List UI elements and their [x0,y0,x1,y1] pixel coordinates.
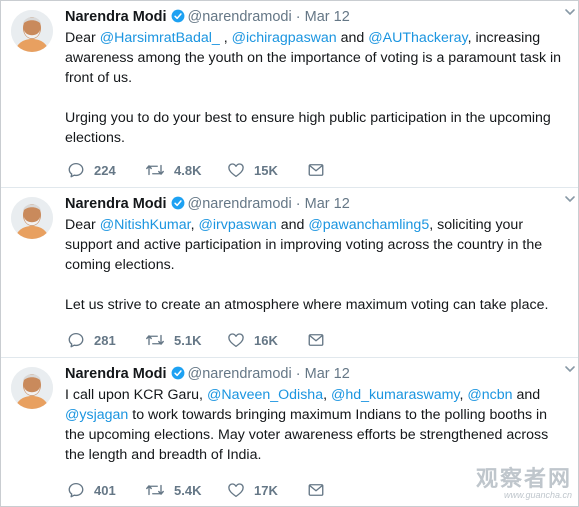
heart-icon [228,333,244,348]
chevron-down-icon[interactable] [564,6,576,18]
tweet-date[interactable]: Mar 12 [305,9,350,25]
verified-badge-icon [171,9,184,23]
tweet-date[interactable]: Mar 12 [305,366,350,382]
like-button[interactable]: 16K [227,331,278,351]
envelope-icon [308,484,324,496]
tweet-text-segment: and [336,30,369,46]
tweet-paragraph: I call upon KCR Garu, @Naveen_Odisha, @h… [65,385,568,465]
retweet-button[interactable]: 5.4K [145,481,201,501]
dot-separator: · [295,196,301,212]
envelope-icon [308,164,324,176]
tweet-paragraph: Dear @HarsimratBadal_ , @ichiragpaswan a… [65,28,568,88]
reply-count: 224 [94,163,116,178]
like-count: 17K [254,483,278,498]
tweet-date[interactable]: Mar 12 [305,196,350,212]
retweet-icon [146,484,164,496]
mention-link[interactable]: @ysjagan [65,407,128,423]
envelope-icon [308,334,324,346]
reply-count: 401 [94,483,116,498]
retweet-icon [146,164,164,176]
author-handle[interactable]: @narendramodi [188,9,292,25]
mention-link[interactable]: @irvpaswan [198,217,276,233]
heart-icon [228,163,244,178]
watermark: 观察者网 www.guancha.cn [475,466,572,501]
watermark-text: 观察者网 [475,466,572,491]
tweet-text-segment: Dear [65,30,100,46]
verified-badge-icon [171,366,184,380]
mention-link[interactable]: @HarsimratBadal_ [100,30,220,46]
tweet-text-segment: Let us strive to create an atmosphere wh… [65,297,549,313]
retweet-button[interactable]: 4.8K [145,161,201,181]
chevron-down-icon[interactable] [564,193,576,205]
tweet-text: Dear @NitishKumar, @irvpaswan and @pawan… [65,215,568,315]
reply-icon [68,162,84,178]
like-count: 16K [254,333,278,348]
tweet-paragraph: Urging you to do your best to ensure hig… [65,108,568,148]
timeline: Narendra Modi @narendramodi · Mar 12 Dear… [0,0,579,507]
tweet-text-segment: and [276,217,309,233]
retweet-icon [146,334,164,346]
tweet-text-segment: Urging you to do your best to ensure hig… [65,110,551,146]
tweet-text-segment: I call upon KCR Garu, [65,387,207,403]
tweet-text-segment: and [512,387,541,403]
like-button[interactable]: 17K [227,481,278,501]
mention-link[interactable]: @AUThackeray [368,30,467,46]
direct-message-button[interactable] [307,331,334,351]
mention-link[interactable]: @pawanchamling5 [308,217,429,233]
tweet[interactable]: Narendra Modi @narendramodi · Mar 12 Dear… [1,188,578,358]
mention-link[interactable]: @Naveen_Odisha [207,387,323,403]
reply-count: 281 [94,333,116,348]
reply-icon [68,332,84,348]
avatar[interactable] [11,10,53,52]
mention-link[interactable]: @hd_kumaraswamy [331,387,459,403]
retweet-count: 5.1K [174,333,202,348]
retweet-button[interactable]: 5.1K [145,331,201,351]
avatar[interactable] [11,197,53,239]
tweet-text-segment: to work towards bringing maximum Indians… [65,407,549,463]
author-name[interactable]: Narendra Modi [65,366,167,382]
tweet-paragraph: Let us strive to create an atmosphere wh… [65,295,568,315]
mention-link[interactable]: @ncbn [467,387,512,403]
like-button[interactable]: 15K [227,161,278,181]
author-name[interactable]: Narendra Modi [65,9,167,25]
tweet-text: I call upon KCR Garu, @Naveen_Odisha, @h… [65,385,568,465]
like-count: 15K [254,163,278,178]
reply-button[interactable]: 401 [67,481,116,501]
direct-message-button[interactable] [307,161,334,181]
dot-separator: · [295,9,301,25]
direct-message-button[interactable] [307,481,334,501]
avatar[interactable] [11,367,53,409]
retweet-count: 5.4K [174,483,202,498]
verified-badge-icon [171,196,184,210]
tweet[interactable]: Narendra Modi @narendramodi · Mar 12 Dear… [1,1,578,188]
reply-button[interactable]: 281 [67,331,116,351]
heart-icon [228,483,244,498]
tweet-text-segment: Dear [65,217,100,233]
tweet-paragraph: Dear @NitishKumar, @irvpaswan and @pawan… [65,215,568,275]
author-name[interactable]: Narendra Modi [65,196,167,212]
reply-button[interactable]: 224 [67,161,116,181]
author-handle[interactable]: @narendramodi [188,196,292,212]
reply-icon [68,482,84,498]
author-handle[interactable]: @narendramodi [188,366,292,382]
watermark-url: www.guancha.cn [503,490,572,500]
mention-link[interactable]: @NitishKumar [100,217,191,233]
tweet-text: Dear @HarsimratBadal_ , @ichiragpaswan a… [65,28,568,148]
chevron-down-icon[interactable] [564,363,576,375]
tweet-text-segment: , [219,30,232,46]
mention-link[interactable]: @ichiragpaswan [232,30,337,46]
tweet-text-segment: , [323,387,331,403]
retweet-count: 4.8K [174,163,202,178]
dot-separator: · [295,366,301,382]
